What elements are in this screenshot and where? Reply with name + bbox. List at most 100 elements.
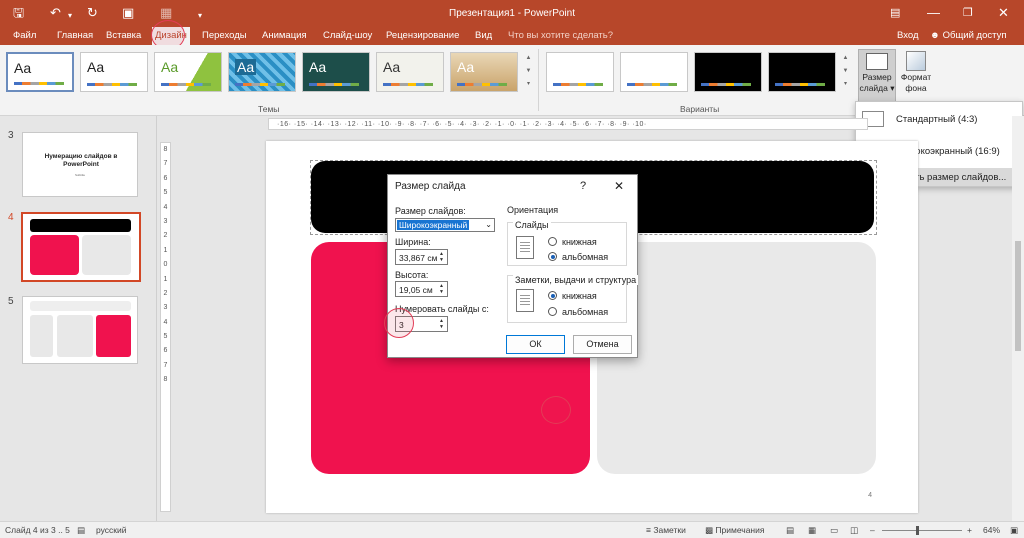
window-title: Презентация1 - PowerPoint <box>449 8 575 19</box>
reading-view-icon[interactable]: ▭ <box>830 525 838 536</box>
slide-size-button[interactable]: Размер слайда ▾ <box>858 49 896 107</box>
theme-sample-text: Aa <box>14 60 32 76</box>
tab-transitions[interactable]: Переходы <box>202 30 247 41</box>
cancel-button[interactable]: Отмена <box>573 335 632 354</box>
grey-content-shape[interactable] <box>597 242 876 474</box>
thumb-number-4: 4 <box>8 212 14 223</box>
normal-view-icon[interactable]: ▤ <box>786 525 794 536</box>
variant-2[interactable] <box>620 52 688 92</box>
tell-me-search[interactable]: Что вы хотите сделать? <box>508 30 613 41</box>
pane-divider <box>156 116 157 521</box>
tab-animations[interactable]: Анимация <box>262 30 307 41</box>
slide-sorter-icon[interactable]: ▦ <box>808 525 816 536</box>
tab-view[interactable]: Вид <box>475 30 492 41</box>
height-value: 19,05 см <box>399 285 433 295</box>
variant-1[interactable] <box>546 52 614 92</box>
close-icon[interactable]: ✕ <box>998 5 1009 21</box>
vertical-scrollbar[interactable] <box>1012 116 1024 521</box>
theme-ion[interactable]: Aa <box>228 52 296 92</box>
tab-file[interactable]: Файл <box>13 30 36 41</box>
vertical-ruler-tick: 4 <box>163 203 168 211</box>
theme-colors <box>87 83 137 86</box>
menu-item-standard[interactable]: Стандартный (4:3) <box>856 104 1022 134</box>
theme-colors <box>161 83 211 86</box>
restore-icon[interactable]: ❐ <box>963 5 973 21</box>
number-from-spinner[interactable]: ▲ ▼ <box>437 318 446 330</box>
zoom-in-icon[interactable]: + <box>967 525 972 535</box>
slide-size-label: Размер слайдов: <box>395 206 466 216</box>
thumb-title: Нумерацию слайдов в PowerPoint <box>44 153 118 168</box>
theme-facet[interactable]: Aa <box>154 52 222 92</box>
orientation-label: Ориентация <box>507 205 559 215</box>
variant-colors <box>701 83 751 86</box>
variant-3[interactable] <box>694 52 762 92</box>
tab-insert[interactable]: Вставка <box>106 30 141 41</box>
vertical-ruler-tick: 6 <box>163 347 168 355</box>
slide-orientation-icon <box>516 236 534 259</box>
theme-ion-boardroom[interactable]: Aa <box>302 52 370 92</box>
zoom-out-icon[interactable]: – <box>870 525 875 535</box>
thumb-subtitle: Subtitle <box>74 173 85 177</box>
notes-landscape-radio[interactable] <box>548 307 557 316</box>
portrait-radio[interactable] <box>548 237 557 246</box>
ribbon-display-icon[interactable]: ▤ <box>890 5 900 21</box>
tab-review[interactable]: Рецензирование <box>386 30 459 41</box>
thumb-header-bar <box>30 301 131 311</box>
share-label: Общий доступ <box>942 30 1007 41</box>
notes-portrait-radio[interactable] <box>548 291 557 300</box>
slide-size-label: Размер слайда <box>859 72 892 93</box>
landscape-radio[interactable] <box>548 252 557 261</box>
fit-slide-icon[interactable]: ▣ <box>1010 525 1018 536</box>
notes-button[interactable]: ≡ Заметки <box>646 525 686 535</box>
close-icon[interactable]: ✕ <box>614 179 624 193</box>
slide-thumbnail-4[interactable] <box>21 212 141 282</box>
height-field[interactable]: 19,05 см ▲ ▼ <box>395 281 448 297</box>
spelling-icon[interactable]: ▤ <box>77 525 85 536</box>
slide-size-select[interactable]: Широкоэкранный ⌄ <box>395 218 495 232</box>
thumb-box-1 <box>30 315 53 357</box>
slides-orientation-group: Слайды книжная альбомная <box>507 220 627 266</box>
width-value: 33,867 см <box>399 253 438 263</box>
vertical-ruler: 8 7 6 5 4 3 2 1 0 1 2 3 4 5 6 7 8 <box>160 142 171 512</box>
comments-button[interactable]: ▩ Примечания <box>705 525 764 536</box>
theme-sample-text: Aa <box>457 59 475 75</box>
ok-button[interactable]: ОК <box>506 335 565 354</box>
slide-thumbnail-3[interactable]: Нумерацию слайдов в PowerPoint Subtitle <box>22 132 138 197</box>
theme-colors <box>14 82 64 85</box>
slide-thumbnail-5[interactable] <box>22 296 138 364</box>
vertical-ruler-tick: 4 <box>163 318 168 326</box>
minimize-icon[interactable]: — <box>927 5 940 21</box>
zoom-level[interactable]: 64% <box>983 525 1000 535</box>
sign-in-link[interactable]: Вход <box>897 30 919 41</box>
theme-sample-text: Aa <box>161 59 179 75</box>
slide-counter: Слайд 4 из 3 .. 5 <box>5 525 70 535</box>
theme-retrospect[interactable]: Aa <box>450 52 518 92</box>
format-background-icon <box>906 51 926 71</box>
chevron-down-icon: ⌄ <box>485 220 492 229</box>
theme-sample-text: Aa <box>309 59 327 75</box>
width-label: Ширина: <box>395 237 431 247</box>
slideshow-view-icon[interactable]: ◫ <box>850 525 858 536</box>
language-indicator[interactable]: русский <box>96 525 127 535</box>
theme-sample-text: Aa <box>235 59 257 75</box>
variants-gallery-scroll[interactable]: ▲ ▼ ▾ <box>841 52 850 92</box>
tab-home[interactable]: Главная <box>57 30 93 41</box>
height-spinner[interactable]: ▲ ▼ <box>437 283 446 295</box>
help-icon[interactable]: ? <box>580 180 586 192</box>
vertical-ruler-tick: 3 <box>163 304 168 312</box>
theme-office[interactable]: Aa <box>6 52 74 92</box>
vertical-ruler-tick: 7 <box>163 160 168 168</box>
theme-organic[interactable]: Aa <box>376 52 444 92</box>
width-field[interactable]: 33,867 см ▲ ▼ <box>395 249 448 265</box>
themes-gallery-scroll[interactable]: ▲ ▼ ▾ <box>524 52 533 92</box>
tab-slideshow[interactable]: Слайд-шоу <box>323 30 372 41</box>
scrollbar-thumb[interactable] <box>1015 241 1021 351</box>
theme-colors <box>383 83 433 86</box>
format-background-button[interactable]: Формат фона <box>897 49 935 107</box>
variant-4[interactable] <box>768 52 836 92</box>
zoom-slider-thumb[interactable] <box>916 526 919 535</box>
share-button[interactable]: ☻ Общий доступ <box>930 30 1006 41</box>
width-spinner[interactable]: ▲ ▼ <box>437 251 446 263</box>
theme-office-2[interactable]: Aa <box>80 52 148 92</box>
zoom-slider[interactable] <box>882 530 962 531</box>
